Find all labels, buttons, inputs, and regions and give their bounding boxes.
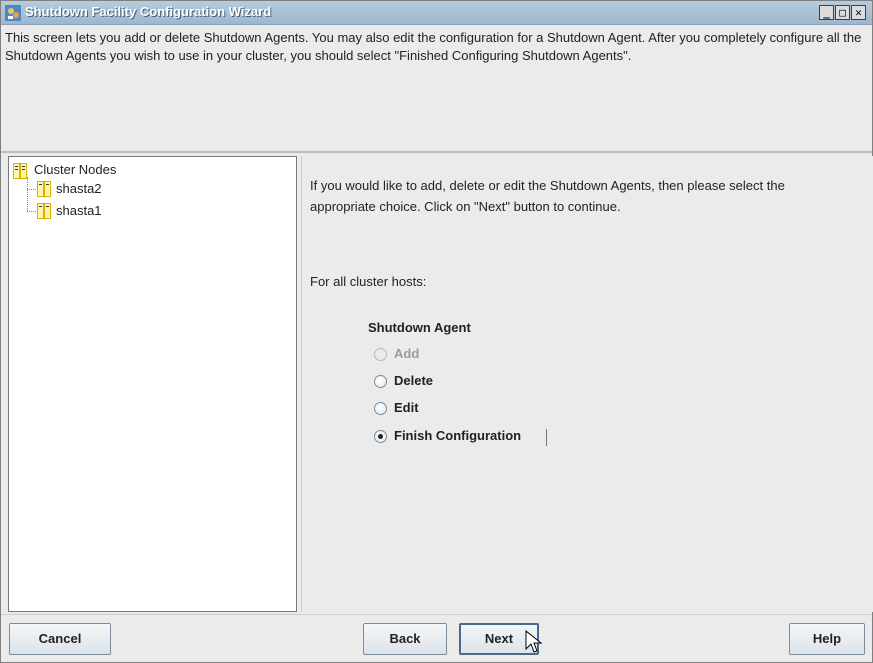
node-icon bbox=[37, 203, 51, 219]
radio-selected-dot bbox=[378, 434, 383, 439]
tree-node-shasta1[interactable]: shasta1 bbox=[56, 203, 102, 218]
title-bar[interactable]: Shutdown Facility Configuration Wizard _… bbox=[1, 1, 872, 25]
node-icon bbox=[37, 181, 51, 197]
help-button[interactable]: Help bbox=[789, 623, 865, 655]
tree-connector bbox=[27, 211, 36, 213]
edit-radio[interactable] bbox=[374, 402, 387, 415]
cancel-button[interactable]: Cancel bbox=[9, 623, 111, 655]
tree-node-shasta2[interactable]: shasta2 bbox=[56, 181, 102, 196]
window-title: Shutdown Facility Configuration Wizard bbox=[25, 4, 272, 19]
cluster-nodes-icon bbox=[13, 163, 27, 179]
shutdown-agent-label: Shutdown Agent bbox=[368, 320, 471, 335]
delete-radio[interactable] bbox=[374, 375, 387, 388]
maximize-button[interactable]: □ bbox=[835, 5, 850, 20]
tree-connector bbox=[27, 177, 29, 211]
back-button[interactable]: Back bbox=[363, 623, 447, 655]
finish-configuration-radio[interactable] bbox=[374, 430, 387, 443]
add-label: Add bbox=[394, 346, 420, 361]
tree-root-label[interactable]: Cluster Nodes bbox=[34, 162, 116, 177]
info-text: This screen lets you add or delete Shutd… bbox=[5, 30, 862, 63]
wizard-window: Shutdown Facility Configuration Wizard _… bbox=[0, 0, 873, 663]
close-button[interactable]: ✕ bbox=[851, 5, 866, 20]
finish-configuration-label[interactable]: Finish Configuration bbox=[394, 428, 521, 443]
edit-label[interactable]: Edit bbox=[394, 400, 419, 415]
minimize-button[interactable]: _ bbox=[819, 5, 834, 20]
tree-connector bbox=[27, 189, 36, 191]
mouse-cursor-icon bbox=[525, 630, 543, 653]
button-bar: Cancel Back Next Help bbox=[1, 614, 872, 662]
app-icon bbox=[5, 5, 21, 21]
delete-label[interactable]: Delete bbox=[394, 373, 433, 388]
cluster-tree[interactable]: Cluster Nodes shasta2 shasta1 bbox=[8, 156, 297, 612]
hosts-label: For all cluster hosts: bbox=[310, 274, 427, 289]
instruction-text: If you would like to add, delete or edit… bbox=[310, 178, 785, 214]
main-panel: If you would like to add, delete or edit… bbox=[301, 156, 873, 612]
focus-indicator bbox=[546, 429, 547, 446]
info-panel: This screen lets you add or delete Shutd… bbox=[1, 25, 872, 153]
add-radio bbox=[374, 348, 387, 361]
